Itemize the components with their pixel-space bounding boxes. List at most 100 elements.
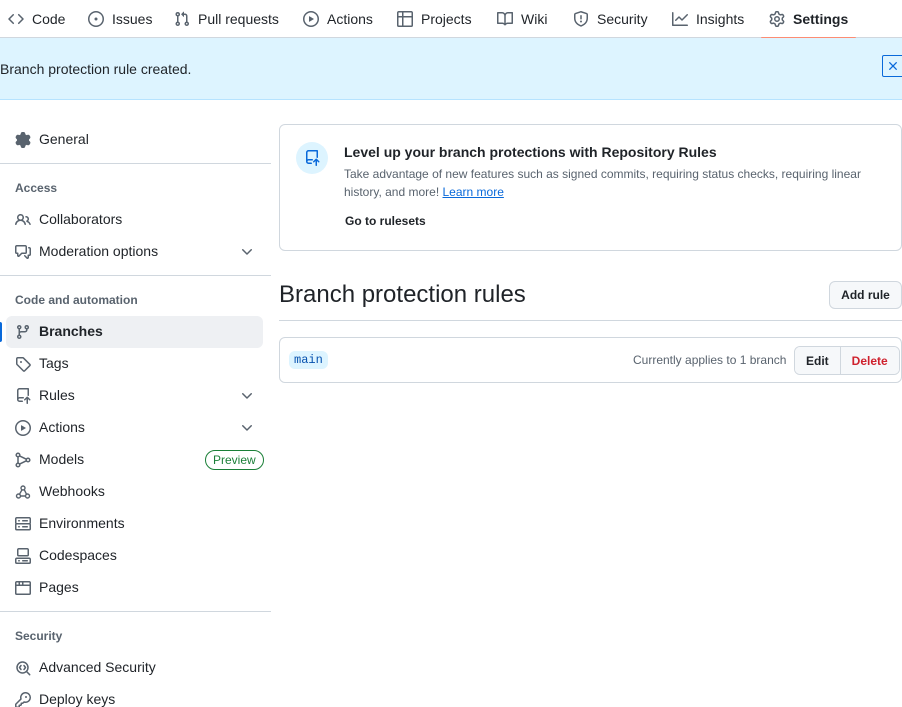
sidebar-item-label: Branches: [39, 323, 103, 339]
tab-insights[interactable]: Insights: [672, 0, 744, 38]
add-rule-button[interactable]: Add rule: [829, 281, 902, 309]
tab-issues-label: Issues: [112, 11, 153, 27]
tab-code-label: Code: [32, 11, 66, 27]
tab-issues[interactable]: Issues: [88, 0, 152, 38]
codespaces-icon: [15, 548, 31, 564]
gear-icon: [769, 11, 785, 27]
sidebar-item-general[interactable]: General: [6, 124, 263, 156]
git-branch-icon: [16, 325, 29, 340]
repo-push-icon: [17, 388, 31, 404]
tab-wiki-label: Wiki: [521, 11, 548, 27]
flash-banner: Branch protection rule created.: [0, 38, 902, 100]
sidebar-item-environments[interactable]: Environments: [6, 508, 263, 540]
book-icon: [497, 11, 513, 26]
codescan-icon: [16, 661, 31, 676]
branch-name-chip[interactable]: main: [289, 351, 328, 369]
sidebar-item-label: General: [39, 131, 89, 147]
sidebar-item-label: Webhooks: [39, 483, 105, 499]
chevron-down-icon: [242, 249, 252, 255]
tab-actions[interactable]: Actions: [303, 0, 373, 38]
chevron-down-icon: [242, 393, 252, 399]
sidebar-item-actions[interactable]: Actions: [6, 412, 263, 444]
page-title: Branch protection rules: [279, 281, 526, 308]
tab-pull-requests[interactable]: Pull requests: [174, 0, 279, 38]
delete-rule-button[interactable]: Delete: [840, 347, 899, 374]
graph-icon: [672, 12, 688, 26]
gear-icon: [15, 132, 31, 148]
branch-rule-row: main Currently applies to 1 branch Edit …: [279, 337, 902, 383]
tab-actions-label: Actions: [327, 11, 373, 27]
banner-icon-circle: [296, 142, 328, 174]
tab-security-label: Security: [597, 11, 648, 27]
browser-icon: [15, 581, 31, 595]
sidebar-item-rules[interactable]: Rules: [6, 380, 263, 412]
section-heading-access: Access: [15, 181, 58, 195]
tab-projects[interactable]: Projects: [397, 0, 472, 38]
sidebar-item-branches[interactable]: Branches: [0, 316, 263, 348]
sidebar-item-pages[interactable]: Pages: [6, 572, 263, 604]
shield-icon: [574, 11, 588, 27]
tab-settings[interactable]: Settings: [760, 0, 857, 39]
sidebar-item-label: Models: [39, 451, 85, 467]
flash-message: Branch protection rule created.: [0, 61, 192, 77]
sidebar-item-tags[interactable]: Tags: [6, 348, 263, 380]
sidebar-item-codespaces[interactable]: Codespaces: [6, 540, 263, 572]
sidebar-item-label: Rules: [39, 387, 75, 403]
tab-security[interactable]: Security: [573, 0, 648, 38]
play-icon: [15, 420, 31, 436]
repo-nav: Code Issues Pull requests Actions Projec…: [0, 0, 902, 39]
sidebar-divider: [0, 163, 271, 164]
go-to-rulesets-link[interactable]: Go to rulesets: [345, 214, 426, 228]
webhook-icon: [15, 485, 31, 499]
sidebar-item-label: Tags: [39, 355, 69, 371]
key-icon: [15, 692, 31, 707]
sidebar-divider: [0, 275, 271, 276]
rule-applies-text: Currently applies to 1 branch: [633, 353, 787, 367]
code-icon: [8, 13, 24, 25]
sidebar-item-label: Deploy keys: [39, 691, 116, 707]
comment-discussion-icon: [15, 245, 31, 259]
play-icon: [303, 11, 319, 27]
git-pull-request-icon: [175, 11, 190, 27]
tab-code[interactable]: Code: [8, 0, 65, 38]
section-heading-security: Security: [15, 629, 63, 643]
sidebar-item-deploy-keys[interactable]: Deploy keys: [6, 684, 263, 707]
sidebar-divider: [0, 611, 271, 612]
sidebar-item-label: Moderation options: [39, 243, 159, 259]
sidebar-item-label: Advanced Security: [39, 659, 156, 675]
sidebar-item-webhooks[interactable]: Webhooks: [6, 476, 263, 508]
repository-rules-banner: Level up your branch protections with Re…: [279, 124, 902, 251]
sidebar-item-label: Actions: [39, 419, 85, 435]
settings-sidebar: General Access Collaborators Moderation …: [0, 100, 272, 707]
people-icon: [15, 213, 31, 226]
sidebar-item-label: Pages: [39, 579, 79, 595]
sidebar-item-models[interactable]: Models Preview: [6, 444, 264, 476]
banner-description: Take advantage of new features such as s…: [344, 165, 884, 201]
tag-icon: [16, 357, 31, 372]
table-icon: [397, 11, 413, 27]
edit-rule-button[interactable]: Edit: [795, 347, 841, 374]
tab-insights-label: Insights: [696, 11, 745, 27]
issue-opened-icon: [88, 11, 104, 27]
banner-title: Level up your branch protections with Re…: [344, 144, 717, 160]
sidebar-item-label: Codespaces: [39, 547, 117, 563]
preview-badge: Preview: [205, 450, 264, 470]
sidebar-item-collaborators[interactable]: Collaborators: [6, 204, 263, 236]
chevron-down-icon: [242, 425, 252, 431]
sidebar-item-label: Collaborators: [39, 211, 123, 227]
repo-push-icon: [306, 150, 320, 166]
server-icon: [15, 517, 31, 531]
tab-settings-label: Settings: [793, 11, 849, 27]
title-divider: [279, 320, 902, 321]
tab-wiki[interactable]: Wiki: [497, 0, 547, 38]
section-heading-code-automation: Code and automation: [15, 293, 138, 307]
sidebar-item-label: Environments: [39, 515, 125, 531]
sidebar-item-advanced-security[interactable]: Advanced Security: [6, 652, 263, 684]
tab-projects-label: Projects: [421, 11, 472, 27]
models-icon: [15, 452, 31, 468]
banner-description-text: Take advantage of new features such as s…: [344, 167, 861, 199]
learn-more-link[interactable]: Learn more: [443, 185, 504, 199]
flash-close-button[interactable]: [882, 55, 902, 77]
sidebar-item-moderation[interactable]: Moderation options: [6, 236, 263, 268]
close-icon: [889, 62, 897, 70]
